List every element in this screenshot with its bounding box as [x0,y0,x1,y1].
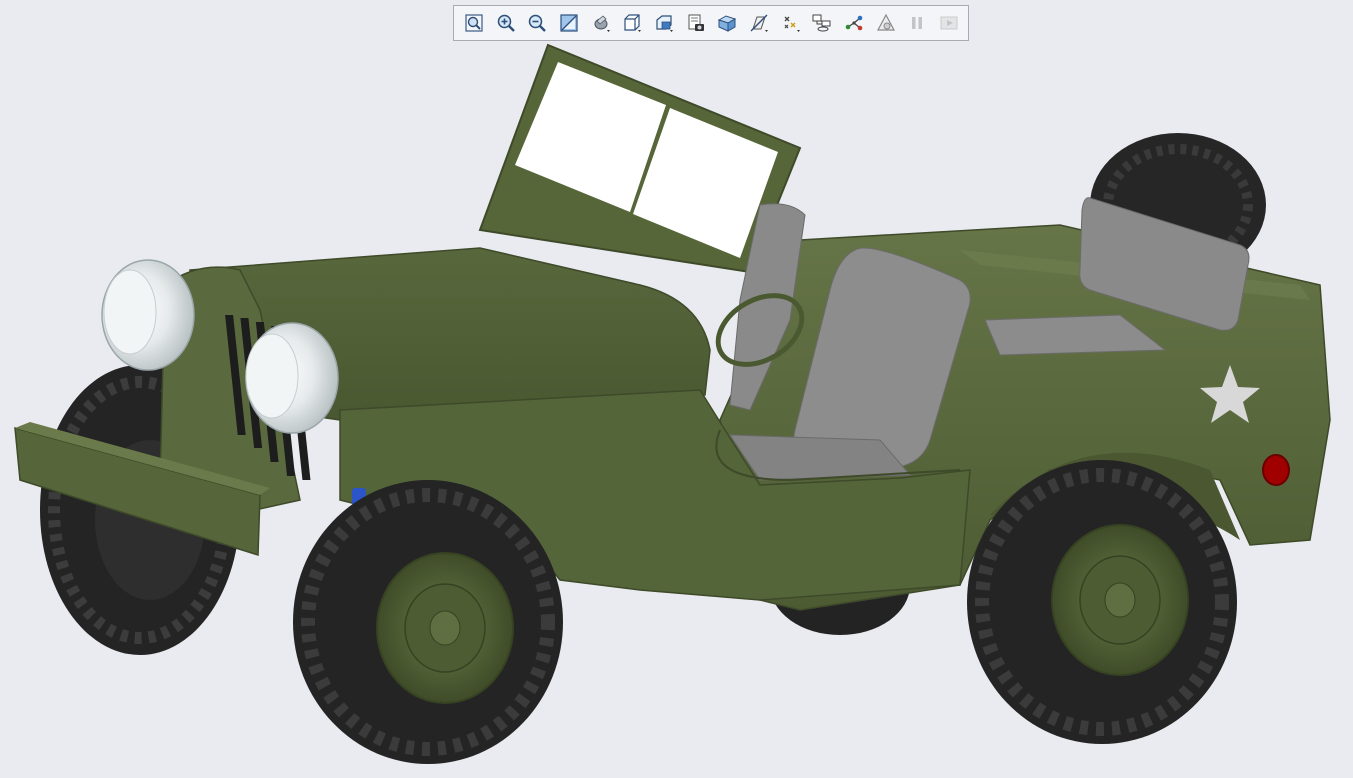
jeep-model[interactable] [0,0,1353,778]
front-right-wheel [293,480,563,764]
headlight-right [245,322,339,434]
rear-right-wheel [967,460,1237,744]
graphics-window[interactable] [0,0,1353,778]
windshield [478,43,802,274]
taillight [1262,454,1290,486]
headlight-left [101,259,195,371]
